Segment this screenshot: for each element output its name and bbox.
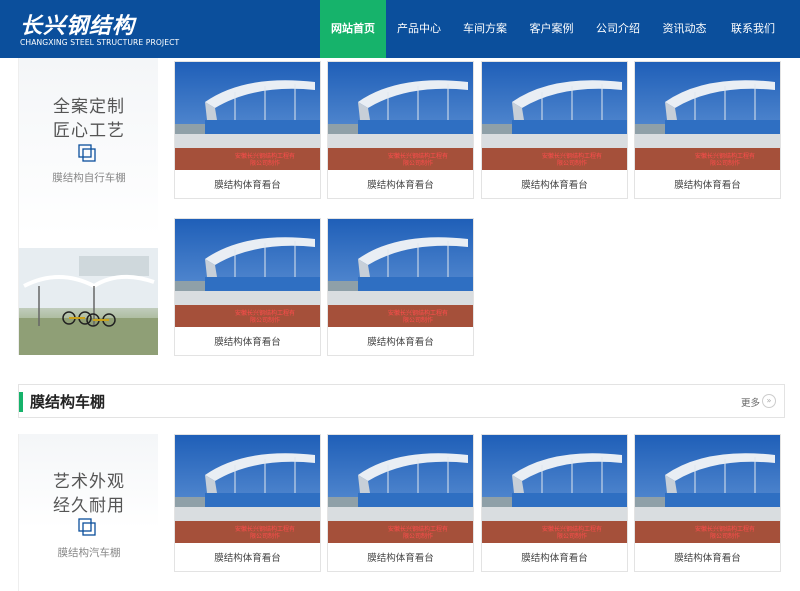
site-header: 长兴钢结构 CHANGXING STEEL STRUCTURE PROJECT … [0,0,800,58]
banner-heading-line2: 匠心工艺 [53,121,125,141]
product-thumbnail [482,435,627,543]
nav-item-about[interactable]: 公司介绍 [585,0,651,58]
promo-banner-car-shed[interactable]: 艺术外观 经久耐用 膜结构汽车棚 [18,434,158,591]
banner-subtitle: 膜结构汽车棚 [57,547,121,559]
main-nav: 网站首页 产品中心 车间方案 客户案例 公司介绍 资讯动态 联系我们 [320,0,788,58]
product-thumbnail [175,62,320,170]
product-title: 膜结构体育看台 [214,337,281,348]
product-title: 膜结构体育看台 [367,553,434,564]
product-title: 膜结构体育看台 [367,180,434,191]
section-header-membrane-carport: 膜结构车棚 更多 » [18,384,785,418]
section-accent-bar [19,392,23,412]
banner-heading-line2: 经久耐用 [53,496,125,516]
product-thumbnail [328,219,473,327]
banner-heading-line1: 艺术外观 [53,472,125,492]
banner-subtitle: 膜结构自行车棚 [52,172,126,184]
product-title: 膜结构体育看台 [521,553,588,564]
product-card[interactable]: 膜结构体育看台 [481,434,628,572]
product-thumbnail [328,62,473,170]
logo-english-text: CHANGXING STEEL STRUCTURE PROJECT [20,38,180,47]
product-thumbnail [635,435,780,543]
product-card[interactable]: 膜结构体育看台 [327,434,474,572]
product-title: 膜结构体育看台 [214,553,281,564]
product-thumbnail [482,62,627,170]
more-link[interactable]: 更多 [741,395,760,409]
promo-banner-bicycle-shed[interactable]: 全案定制 匠心工艺 膜结构自行车棚 [18,58,158,355]
product-card[interactable]: 膜结构体育看台 [481,61,628,199]
product-card[interactable]: 膜结构体育看台 [174,61,321,199]
bicycle-shed-photo [19,248,158,355]
nav-item-contact[interactable]: 联系我们 [718,0,788,58]
product-thumbnail [175,435,320,543]
logo-chinese-text: 长兴钢结构 [20,14,136,39]
banner-heading-line1: 全案定制 [53,97,125,117]
product-card[interactable]: 膜结构体育看台 [327,218,474,356]
product-card[interactable]: 膜结构体育看台 [634,61,781,199]
product-thumbnail [175,219,320,327]
nav-item-products[interactable]: 产品中心 [386,0,452,58]
product-title: 膜结构体育看台 [674,553,741,564]
product-title: 膜结构体育看台 [214,180,281,191]
product-title: 膜结构体育看台 [674,180,741,191]
double-chevron-right-icon[interactable]: » [762,394,776,408]
product-card[interactable]: 膜结构体育看台 [327,61,474,199]
nav-item-home[interactable]: 网站首页 [320,0,386,58]
nav-item-cases[interactable]: 客户案例 [518,0,585,58]
product-thumbnail [328,435,473,543]
site-logo[interactable]: 长兴钢结构 CHANGXING STEEL STRUCTURE PROJECT [20,8,200,52]
product-title: 膜结构体育看台 [521,180,588,191]
product-card[interactable]: 膜结构体育看台 [174,218,321,356]
nav-item-news[interactable]: 资讯动态 [651,0,718,58]
product-thumbnail [635,62,780,170]
section-title: 膜结构车棚 [30,393,106,411]
product-card[interactable]: 膜结构体育看台 [174,434,321,572]
copy-squares-icon [78,144,96,162]
product-title: 膜结构体育看台 [367,337,434,348]
copy-squares-icon [78,518,96,536]
nav-item-workshop-plans[interactable]: 车间方案 [452,0,518,58]
product-card[interactable]: 膜结构体育看台 [634,434,781,572]
